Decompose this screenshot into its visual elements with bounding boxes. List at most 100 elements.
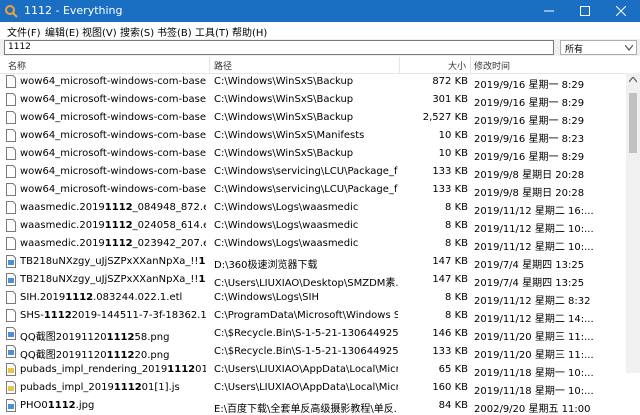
- file-path: C:\Users\LIUXIAO\Desktop\SMZDM素...: [214, 278, 398, 289]
- maximize-button[interactable]: [568, 0, 604, 22]
- file-name: pubads_impl_2019111201[1].js: [20, 382, 206, 393]
- file-size: 133 KB: [432, 184, 468, 195]
- table-row[interactable]: wow64_microsoft-windows-com-base_... C:\W…: [0, 73, 626, 91]
- file-size: 65 KB: [438, 364, 468, 375]
- search-app-icon: [5, 5, 18, 18]
- table-row[interactable]: wow64_microsoft-windows-com-base_... C:\W…: [0, 109, 626, 127]
- file-name-match: 1112: [167, 364, 196, 375]
- file-name-match: 1112: [47, 400, 76, 411]
- file-size: 8 KB: [445, 310, 468, 321]
- file-path: C:\Windows\servicing\LCU\Package_fo...: [214, 184, 398, 195]
- file-name: wow64_microsoft-windows-com-base_...: [20, 184, 206, 195]
- menu-view[interactable]: 视图(V): [82, 24, 117, 39]
- file-name-match: 111: [198, 256, 206, 267]
- file-name-match: 1112: [104, 202, 133, 213]
- scrollbar-thumb[interactable]: [629, 93, 637, 153]
- file-name: wow64_microsoft-windows-com-base_...: [20, 94, 206, 105]
- table-row[interactable]: TB218uNXzgy_uJjSZPxXXanNpXa_!!111... C:\U…: [0, 271, 626, 289]
- table-row[interactable]: QQ截图20191120111258.png C:\$Recycle.Bin\S-…: [0, 325, 626, 343]
- file-name-part: 58.png: [134, 332, 170, 343]
- table-row[interactable]: wow64_microsoft-windows-com-base_... C:\W…: [0, 181, 626, 199]
- minimize-button[interactable]: [532, 0, 568, 22]
- column-divider[interactable]: [209, 57, 210, 73]
- menu-tools[interactable]: 工具(T): [195, 24, 229, 39]
- file-name-part: 01[1].js: [141, 382, 180, 393]
- filter-dropdown[interactable]: 所有: [560, 40, 637, 55]
- vertical-scrollbar[interactable]: [626, 73, 640, 373]
- file-path: C:\Windows\Logs\waasmedic: [214, 220, 359, 231]
- table-row[interactable]: wow64_microsoft-windows-com-base_... C:\W…: [0, 163, 626, 181]
- image-file-icon: [6, 327, 16, 340]
- image-file-icon: [6, 273, 16, 286]
- table-row[interactable]: wow64_microsoft-windows-com-base_... C:\W…: [0, 145, 626, 163]
- close-icon: [616, 6, 626, 16]
- table-row[interactable]: waasmedic.20191112_023942_207.etl C:\Wind…: [0, 235, 626, 253]
- file-name-part: _084948_872.etl: [132, 202, 206, 213]
- column-path[interactable]: 路径: [214, 59, 232, 72]
- file-date: 2019/11/12 星期二 8:32: [474, 296, 591, 307]
- search-input[interactable]: 1112: [4, 40, 554, 55]
- file-name-part: QQ截图20191120: [20, 332, 107, 343]
- file-name: TB218uNXzgy_uJjSZPxXXanNpXa_!!111...: [20, 274, 206, 285]
- file-name-part: _023942_207.etl: [132, 238, 206, 249]
- file-path: E:\百度下载\全套单反高级摄影教程\单反...: [214, 404, 398, 415]
- table-row[interactable]: SHS-11122019-144511-7-3f-18362.1.a... C:\…: [0, 307, 626, 325]
- file-size: 8 KB: [445, 238, 468, 249]
- menu-help[interactable]: 帮助(H): [232, 24, 267, 39]
- minimize-icon: [544, 10, 554, 12]
- table-row[interactable]: waasmedic.20191112_084948_872.etl C:\Wind…: [0, 199, 626, 217]
- file-name-part: 20.png: [134, 350, 170, 361]
- file-date: 2019/7/4 星期四 13:25: [474, 260, 585, 271]
- file-name-part: 2019-144511-7-3f-18362.1.a...: [71, 310, 206, 321]
- table-row[interactable]: wow64_microsoft-windows-com-base_... C:\W…: [0, 91, 626, 109]
- file-size: 301 KB: [432, 94, 468, 105]
- column-size[interactable]: 大小: [448, 59, 466, 72]
- file-name-part: waasmedic.2019: [20, 202, 105, 213]
- table-row[interactable]: PHO01112.jpg E:\百度下载\全套单反高级摄影教程\单反... 84 K…: [0, 397, 626, 415]
- menu-bookmarks[interactable]: 书签(B): [157, 24, 192, 39]
- file-path: C:\Windows\Logs\waasmedic: [214, 238, 359, 249]
- table-row[interactable]: TB218uNXzgy_uJjSZPxXXanNpXa_!!111... D:\3…: [0, 253, 626, 271]
- close-button[interactable]: [604, 0, 640, 22]
- generic-file-icon: [6, 309, 16, 322]
- column-date[interactable]: 修改时间: [474, 59, 510, 72]
- table-row[interactable]: QQ截图20191120111220.png C:\$Recycle.Bin\S-…: [0, 343, 626, 361]
- file-name-match: 1112: [106, 332, 135, 343]
- generic-file-icon: [6, 147, 16, 160]
- file-date: 2019/11/20 星期三 11:...: [474, 350, 594, 361]
- scroll-up-icon[interactable]: [629, 77, 637, 83]
- column-name[interactable]: 名称: [8, 59, 26, 72]
- file-size: 8 KB: [445, 292, 468, 303]
- image-file-icon: [6, 399, 16, 412]
- menu-search[interactable]: 搜索(S): [120, 24, 154, 39]
- table-row[interactable]: wow64_microsoft-windows-com-base_... C:\W…: [0, 127, 626, 145]
- menu-edit[interactable]: 编辑(E): [45, 24, 79, 39]
- table-row[interactable]: waasmedic.20191112_024058_614.etl C:\Wind…: [0, 217, 626, 235]
- column-divider[interactable]: [399, 57, 400, 73]
- generic-file-icon: [6, 129, 16, 142]
- file-path: C:\Windows\WinSxS\Backup: [214, 94, 354, 105]
- file-date: 2019/9/8 星期日 20:28: [474, 170, 585, 181]
- file-name-part: .jpg: [75, 400, 95, 411]
- table-row[interactable]: pubads_impl_rendering_2019111201[1].js C:…: [0, 361, 626, 379]
- file-date: 2019/11/18 星期一 10:...: [474, 368, 594, 379]
- file-path: C:\Windows\WinSxS\Manifests: [214, 130, 365, 141]
- file-date: 2019/11/18 星期一 10:...: [474, 386, 594, 397]
- file-name-part: pubads_impl_rendering_2019: [20, 364, 168, 375]
- file-name-part: SHS-: [20, 310, 44, 321]
- js-file-icon: [6, 363, 16, 376]
- file-path: C:\Windows\Logs\waasmedic: [214, 202, 359, 213]
- table-row[interactable]: pubads_impl_2019111201[1].js C:\Users\LIU…: [0, 379, 626, 397]
- column-divider[interactable]: [470, 57, 471, 73]
- file-name: TB218uNXzgy_uJjSZPxXXanNpXa_!!111...: [20, 256, 206, 267]
- image-file-icon: [6, 345, 16, 358]
- file-name-part: wow64_microsoft-windows-com-base_...: [20, 148, 206, 159]
- file-size: 2,527 KB: [422, 112, 468, 123]
- table-row[interactable]: SIH.20191112.083244.022.1.etl C:\Windows\…: [0, 289, 626, 307]
- file-date: 2019/9/16 星期一 8:29: [474, 152, 585, 163]
- file-size: 160 KB: [432, 382, 468, 393]
- file-name-part: waasmedic.2019: [20, 238, 105, 249]
- menu-file[interactable]: 文件(F): [7, 24, 41, 39]
- generic-file-icon: [6, 219, 16, 232]
- file-path: C:\Users\LIUXIAO\AppData\Local\Micr...: [214, 364, 398, 375]
